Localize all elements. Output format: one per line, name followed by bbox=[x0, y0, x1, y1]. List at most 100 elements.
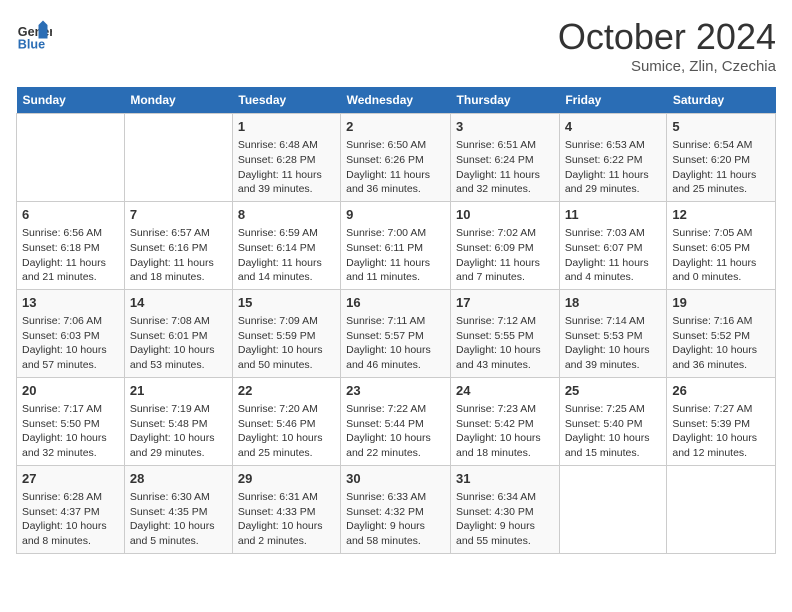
week-row-4: 20 Sunrise: 7:17 AM Sunset: 5:50 PM Dayli… bbox=[17, 377, 776, 465]
day-number: 30 bbox=[346, 470, 445, 488]
day-number: 12 bbox=[672, 206, 770, 224]
calendar-cell: 7 Sunrise: 6:57 AM Sunset: 6:16 PM Daylig… bbox=[124, 201, 232, 289]
calendar-cell: 27Sunrise: 6:28 AM Sunset: 4:37 PM Dayli… bbox=[17, 465, 125, 553]
day-info: Sunrise: 6:33 AM Sunset: 4:32 PM Dayligh… bbox=[346, 490, 445, 549]
calendar-table: SundayMondayTuesdayWednesdayThursdayFrid… bbox=[16, 87, 776, 554]
calendar-cell: 5Sunrise: 6:54 AM Sunset: 6:20 PM Daylig… bbox=[667, 114, 776, 202]
day-number: 20 bbox=[22, 382, 119, 400]
day-info: Sunrise: 7:17 AM Sunset: 5:50 PM Dayligh… bbox=[22, 402, 119, 461]
day-number: 22 bbox=[238, 382, 335, 400]
day-number: 6 bbox=[22, 206, 119, 224]
logo: General Blue bbox=[16, 16, 56, 52]
day-info: Sunrise: 7:22 AM Sunset: 5:44 PM Dayligh… bbox=[346, 402, 445, 461]
day-number: 21 bbox=[130, 382, 227, 400]
calendar-cell: 4 Sunrise: 6:53 AM Sunset: 6:22 PM Daylig… bbox=[559, 114, 667, 202]
col-header-friday: Friday bbox=[559, 87, 667, 114]
day-number: 4 bbox=[565, 118, 662, 136]
calendar-cell: 14 Sunrise: 7:08 AM Sunset: 6:01 PM Dayli… bbox=[124, 289, 232, 377]
day-number: 1 bbox=[238, 118, 335, 136]
calendar-cell: 25Sunrise: 7:25 AM Sunset: 5:40 PM Dayli… bbox=[559, 377, 667, 465]
title-block: October 2024 Sumice, Zlin, Czechia bbox=[558, 16, 776, 75]
col-header-wednesday: Wednesday bbox=[341, 87, 451, 114]
day-info: Sunrise: 6:30 AM Sunset: 4:35 PM Dayligh… bbox=[130, 490, 227, 549]
day-info: Sunrise: 7:20 AM Sunset: 5:46 PM Dayligh… bbox=[238, 402, 335, 461]
logo-icon: General Blue bbox=[16, 16, 52, 52]
calendar-cell: 29Sunrise: 6:31 AM Sunset: 4:33 PM Dayli… bbox=[232, 465, 340, 553]
day-info: Sunrise: 6:54 AM Sunset: 6:20 PM Dayligh… bbox=[672, 138, 770, 197]
calendar-cell: 31Sunrise: 6:34 AM Sunset: 4:30 PM Dayli… bbox=[451, 465, 560, 553]
day-number: 10 bbox=[456, 206, 554, 224]
day-number: 8 bbox=[238, 206, 335, 224]
day-info: Sunrise: 7:16 AM Sunset: 5:52 PM Dayligh… bbox=[672, 314, 770, 373]
day-number: 18 bbox=[565, 294, 662, 312]
day-info: Sunrise: 7:06 AM Sunset: 6:03 PM Dayligh… bbox=[22, 314, 119, 373]
day-info: Sunrise: 7:02 AM Sunset: 6:09 PM Dayligh… bbox=[456, 226, 554, 285]
page-header: General Blue October 2024 Sumice, Zlin, … bbox=[16, 16, 776, 75]
day-info: Sunrise: 7:12 AM Sunset: 5:55 PM Dayligh… bbox=[456, 314, 554, 373]
calendar-cell: 21 Sunrise: 7:19 AM Sunset: 5:48 PM Dayli… bbox=[124, 377, 232, 465]
calendar-cell: 3Sunrise: 6:51 AM Sunset: 6:24 PM Daylig… bbox=[451, 114, 560, 202]
day-info: Sunrise: 6:31 AM Sunset: 4:33 PM Dayligh… bbox=[238, 490, 335, 549]
calendar-cell: 6Sunrise: 6:56 AM Sunset: 6:18 PM Daylig… bbox=[17, 201, 125, 289]
calendar-cell: 15 Sunrise: 7:09 AM Sunset: 5:59 PM Dayli… bbox=[232, 289, 340, 377]
svg-text:Blue: Blue bbox=[18, 37, 45, 51]
calendar-cell: 2 Sunrise: 6:50 AM Sunset: 6:26 PM Daylig… bbox=[341, 114, 451, 202]
day-number: 9 bbox=[346, 206, 445, 224]
calendar-cell: 18Sunrise: 7:14 AM Sunset: 5:53 PM Dayli… bbox=[559, 289, 667, 377]
day-info: Sunrise: 7:08 AM Sunset: 6:01 PM Dayligh… bbox=[130, 314, 227, 373]
calendar-cell: 16Sunrise: 7:11 AM Sunset: 5:57 PM Dayli… bbox=[341, 289, 451, 377]
day-info: Sunrise: 7:25 AM Sunset: 5:40 PM Dayligh… bbox=[565, 402, 662, 461]
calendar-cell: 28Sunrise: 6:30 AM Sunset: 4:35 PM Dayli… bbox=[124, 465, 232, 553]
day-info: Sunrise: 7:00 AM Sunset: 6:11 PM Dayligh… bbox=[346, 226, 445, 285]
calendar-cell: 20 Sunrise: 7:17 AM Sunset: 5:50 PM Dayli… bbox=[17, 377, 125, 465]
calendar-cell: 8 Sunrise: 6:59 AM Sunset: 6:14 PM Daylig… bbox=[232, 201, 340, 289]
day-info: Sunrise: 6:59 AM Sunset: 6:14 PM Dayligh… bbox=[238, 226, 335, 285]
day-number: 19 bbox=[672, 294, 770, 312]
day-info: Sunrise: 6:53 AM Sunset: 6:22 PM Dayligh… bbox=[565, 138, 662, 197]
day-number: 3 bbox=[456, 118, 554, 136]
col-header-monday: Monday bbox=[124, 87, 232, 114]
col-header-saturday: Saturday bbox=[667, 87, 776, 114]
day-info: Sunrise: 6:34 AM Sunset: 4:30 PM Dayligh… bbox=[456, 490, 554, 549]
day-number: 23 bbox=[346, 382, 445, 400]
calendar-cell: 10 Sunrise: 7:02 AM Sunset: 6:09 PM Dayli… bbox=[451, 201, 560, 289]
calendar-cell: 1Sunrise: 6:48 AM Sunset: 6:28 PM Daylig… bbox=[232, 114, 340, 202]
day-number: 11 bbox=[565, 206, 662, 224]
calendar-cell: 26 Sunrise: 7:27 AM Sunset: 5:39 PM Dayli… bbox=[667, 377, 776, 465]
calendar-cell: 12 Sunrise: 7:05 AM Sunset: 6:05 PM Dayli… bbox=[667, 201, 776, 289]
day-number: 26 bbox=[672, 382, 770, 400]
day-info: Sunrise: 7:03 AM Sunset: 6:07 PM Dayligh… bbox=[565, 226, 662, 285]
day-number: 7 bbox=[130, 206, 227, 224]
calendar-cell: 22 Sunrise: 7:20 AM Sunset: 5:46 PM Dayli… bbox=[232, 377, 340, 465]
day-info: Sunrise: 7:11 AM Sunset: 5:57 PM Dayligh… bbox=[346, 314, 445, 373]
calendar-cell bbox=[17, 114, 125, 202]
day-info: Sunrise: 7:05 AM Sunset: 6:05 PM Dayligh… bbox=[672, 226, 770, 285]
week-row-5: 27Sunrise: 6:28 AM Sunset: 4:37 PM Dayli… bbox=[17, 465, 776, 553]
week-row-3: 13 Sunrise: 7:06 AM Sunset: 6:03 PM Dayli… bbox=[17, 289, 776, 377]
calendar-cell: 30 Sunrise: 6:33 AM Sunset: 4:32 PM Dayli… bbox=[341, 465, 451, 553]
col-header-thursday: Thursday bbox=[451, 87, 560, 114]
day-number: 27 bbox=[22, 470, 119, 488]
day-info: Sunrise: 6:57 AM Sunset: 6:16 PM Dayligh… bbox=[130, 226, 227, 285]
day-number: 17 bbox=[456, 294, 554, 312]
week-row-2: 6Sunrise: 6:56 AM Sunset: 6:18 PM Daylig… bbox=[17, 201, 776, 289]
month-title: October 2024 bbox=[558, 16, 776, 58]
day-number: 15 bbox=[238, 294, 335, 312]
day-info: Sunrise: 6:50 AM Sunset: 6:26 PM Dayligh… bbox=[346, 138, 445, 197]
calendar-cell bbox=[667, 465, 776, 553]
day-info: Sunrise: 7:09 AM Sunset: 5:59 PM Dayligh… bbox=[238, 314, 335, 373]
header-row: SundayMondayTuesdayWednesdayThursdayFrid… bbox=[17, 87, 776, 114]
day-info: Sunrise: 7:19 AM Sunset: 5:48 PM Dayligh… bbox=[130, 402, 227, 461]
day-number: 2 bbox=[346, 118, 445, 136]
calendar-cell: 19 Sunrise: 7:16 AM Sunset: 5:52 PM Dayli… bbox=[667, 289, 776, 377]
calendar-cell bbox=[559, 465, 667, 553]
calendar-cell: 23 Sunrise: 7:22 AM Sunset: 5:44 PM Dayli… bbox=[341, 377, 451, 465]
calendar-cell bbox=[124, 114, 232, 202]
day-number: 13 bbox=[22, 294, 119, 312]
week-row-1: 1Sunrise: 6:48 AM Sunset: 6:28 PM Daylig… bbox=[17, 114, 776, 202]
day-info: Sunrise: 7:27 AM Sunset: 5:39 PM Dayligh… bbox=[672, 402, 770, 461]
day-number: 14 bbox=[130, 294, 227, 312]
calendar-cell: 11 Sunrise: 7:03 AM Sunset: 6:07 PM Dayli… bbox=[559, 201, 667, 289]
calendar-cell: 24Sunrise: 7:23 AM Sunset: 5:42 PM Dayli… bbox=[451, 377, 560, 465]
calendar-cell: 17 Sunrise: 7:12 AM Sunset: 5:55 PM Dayli… bbox=[451, 289, 560, 377]
